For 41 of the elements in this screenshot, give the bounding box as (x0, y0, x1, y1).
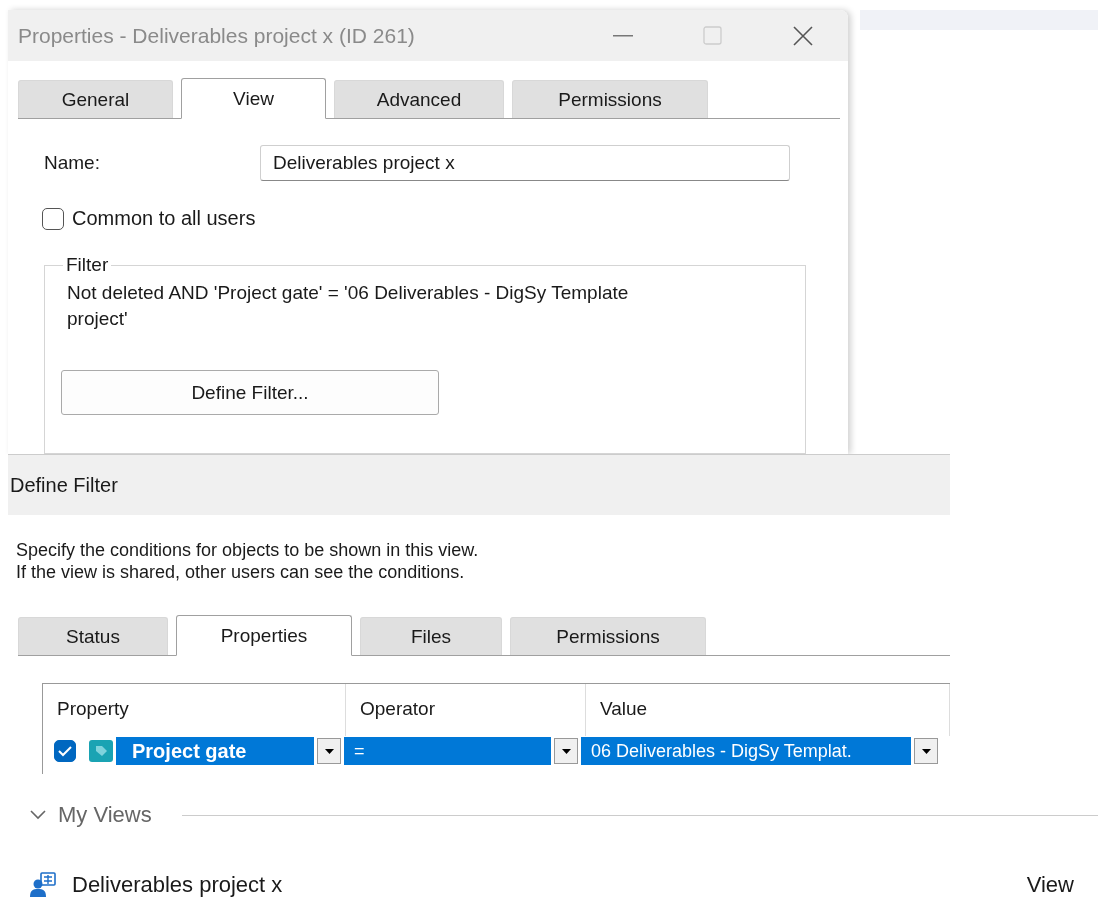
filter-description: Not deleted AND 'Project gate' = '06 Deliverables - DigSy Template project' (67, 281, 630, 331)
column-header[interactable]: Property (43, 684, 346, 737)
table-cell: Project gate (116, 737, 314, 766)
view-type: View (1026, 872, 1074, 898)
dropdown-button[interactable] (554, 738, 578, 765)
tab[interactable]: Properties (176, 615, 352, 657)
tab[interactable]: Advanced (334, 80, 504, 118)
close-icon (792, 24, 814, 47)
check-icon (58, 745, 72, 758)
minimize-icon (613, 34, 633, 37)
group-legend: Filter (63, 254, 112, 276)
view-name[interactable]: Deliverables project x (72, 872, 1027, 898)
tab[interactable]: Files (360, 617, 502, 656)
window-title: Define Filter (10, 473, 118, 497)
checkbox[interactable] (54, 740, 76, 763)
tab[interactable]: View (181, 78, 326, 119)
caret-icon (324, 748, 334, 754)
tag-icon (89, 740, 113, 763)
name-field[interactable]: Deliverables project x (260, 145, 790, 181)
tab[interactable]: General (18, 80, 173, 118)
tab[interactable]: Status (18, 617, 168, 656)
table-cell: 06 Deliverables - DigSy Templat. (581, 737, 911, 766)
checkbox-label: Common to all users (72, 207, 256, 230)
window-title: Properties - Deliverables project x (ID 261) (18, 23, 416, 48)
tab[interactable]: Permissions (512, 80, 708, 118)
instruction-text: Specify the conditions for objects to be shown in this view. (16, 539, 480, 562)
column-header[interactable]: Operator (346, 684, 586, 737)
define-filter-button[interactable]: Define Filter... (61, 370, 439, 415)
table-cell: = (344, 737, 551, 766)
checkbox[interactable] (42, 207, 64, 230)
user-view-icon (30, 872, 56, 898)
instruction-text: If the view is shared, other users can see the conditions. (16, 561, 466, 584)
dropdown-button[interactable] (317, 738, 341, 765)
dropdown-button[interactable] (914, 738, 938, 765)
caret-icon (921, 748, 931, 754)
tab[interactable]: Permissions (510, 617, 706, 656)
name-label: Name: (44, 152, 101, 174)
caret-icon (561, 748, 571, 754)
maximize-icon (703, 25, 723, 46)
section-header[interactable]: My Views (30, 802, 152, 828)
column-header[interactable]: Value (586, 684, 950, 737)
